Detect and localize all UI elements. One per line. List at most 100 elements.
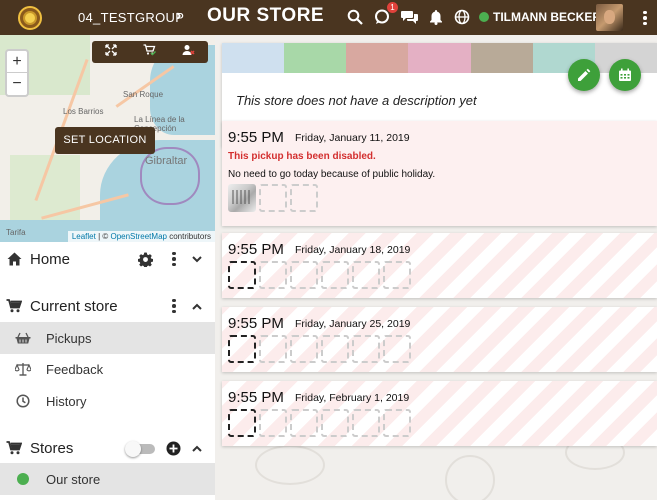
user-avatar[interactable] <box>596 4 623 31</box>
cart-icon <box>6 298 22 314</box>
pickups-label: Pickups <box>46 330 92 346</box>
empty-slot <box>383 261 411 289</box>
fit-bounds-icon[interactable] <box>105 43 117 61</box>
empty-slot <box>290 261 318 289</box>
more-vert-icon[interactable] <box>166 298 182 314</box>
banner-swatch <box>222 43 285 73</box>
sidebar-item-feedback[interactable]: Feedback <box>0 353 215 385</box>
feedback-label: Feedback <box>46 361 104 377</box>
more-vert-icon[interactable] <box>166 251 182 267</box>
home-icon <box>6 251 22 267</box>
sidebar-item-our-store[interactable]: Our store <box>0 463 215 495</box>
pickup-card[interactable]: 9:55 PM Friday, January 18, 2019 <box>222 233 657 298</box>
online-status-dot <box>479 12 489 22</box>
manage-pickups-button[interactable] <box>609 59 641 91</box>
chevron-up-icon[interactable] <box>189 440 205 456</box>
map[interactable]: San Roque Los Barrios La Línea de la Con… <box>0 35 215 242</box>
empty-slot <box>290 184 318 212</box>
stores-label: Stores <box>30 439 74 457</box>
map-label: Tarifa <box>6 228 26 237</box>
empty-slot <box>383 335 411 363</box>
empty-slot <box>352 261 380 289</box>
empty-slot <box>383 409 411 437</box>
map-label: Los Barrios <box>63 107 104 116</box>
page-title: OUR STORE <box>207 5 325 26</box>
store-description: This store does not have a description y… <box>236 93 477 108</box>
join-slot[interactable] <box>228 261 256 289</box>
pickup-time: 9:55 PM <box>228 129 284 146</box>
attribution-suffix: contributors <box>166 232 211 241</box>
edit-store-button[interactable] <box>568 59 600 91</box>
chevron-right-icon: › <box>176 7 182 24</box>
chevron-up-icon[interactable] <box>189 298 205 314</box>
empty-slot <box>259 335 287 363</box>
sidebar-item-pickups[interactable]: Pickups <box>0 322 215 354</box>
join-slot[interactable] <box>228 335 256 363</box>
conversations-icon[interactable] <box>401 8 419 26</box>
map-label: Gibraltar <box>145 155 188 167</box>
show-inactive-toggle[interactable] <box>125 441 157 457</box>
pickup-card[interactable]: 9:55 PM Friday, January 25, 2019 <box>222 307 657 372</box>
history-label: History <box>46 393 87 409</box>
sidebar-item-home[interactable]: Home <box>0 243 215 275</box>
join-slot[interactable] <box>228 409 256 437</box>
main-content: This store does not have a description y… <box>215 35 657 500</box>
sidebar-item-history[interactable]: History <box>0 385 215 417</box>
banner-swatch <box>284 43 347 73</box>
pencil-icon <box>578 68 591 81</box>
pickup-disabled-warning: This pickup has been disabled. <box>228 151 376 162</box>
store-label: Our store <box>46 471 101 487</box>
group-name[interactable]: 04_TESTGROUP <box>78 10 184 25</box>
sidebar: Home Current store Pickups Feedback Hist… <box>0 242 215 500</box>
pickup-slots <box>228 184 318 212</box>
gear-icon[interactable] <box>137 251 153 267</box>
leaflet-link[interactable]: Leaflet <box>72 232 96 241</box>
pickup-time: 9:55 PM <box>228 389 284 406</box>
pickup-slots <box>228 409 411 437</box>
empty-slot <box>321 409 349 437</box>
bell-icon[interactable] <box>427 8 445 26</box>
pickup-card[interactable]: 9:55 PM Friday, January 11, 2019 This pi… <box>222 121 657 226</box>
current-store-label: Current store <box>30 297 118 315</box>
zoom-out-button[interactable]: − <box>7 73 27 95</box>
map-toolbar <box>92 41 208 63</box>
pickup-time: 9:55 PM <box>228 241 284 258</box>
map-attribution: Leaflet | © OpenStreetMap contributors <box>67 231 215 242</box>
set-location-button[interactable]: SET LOCATION <box>55 127 155 154</box>
empty-slot <box>321 261 349 289</box>
home-label: Home <box>30 250 71 268</box>
empty-slot <box>290 335 318 363</box>
empty-slot <box>352 335 380 363</box>
pickup-date: Friday, January 11, 2019 <box>295 132 410 144</box>
pickup-note: No need to go today because of public ho… <box>228 169 436 180</box>
add-circle-icon[interactable] <box>165 440 181 456</box>
pickup-date: Friday, February 1, 2019 <box>295 392 410 404</box>
user-remove-icon[interactable] <box>182 43 195 61</box>
zoom-in-button[interactable]: + <box>7 51 27 73</box>
cart-check-icon[interactable] <box>143 43 157 61</box>
user-name[interactable]: TILMANN BECKER <box>493 10 601 24</box>
pickup-date: Friday, January 18, 2019 <box>295 244 411 256</box>
empty-slot <box>259 184 287 212</box>
collector-avatar[interactable] <box>228 184 256 212</box>
osm-link[interactable]: OpenStreetMap <box>110 232 166 241</box>
map-label: San Roque <box>123 90 164 99</box>
globe-icon[interactable] <box>453 8 471 26</box>
pickup-card[interactable]: 9:55 PM Friday, February 1, 2019 <box>222 381 657 446</box>
search-icon[interactable] <box>346 8 364 26</box>
chevron-down-icon[interactable] <box>189 251 205 267</box>
sidebar-item-stores[interactable]: Stores <box>0 432 215 464</box>
sidebar-item-current-store[interactable]: Current store <box>0 290 215 322</box>
attribution-separator: | © <box>95 232 111 241</box>
more-vert-icon[interactable] <box>636 9 654 27</box>
clock-icon <box>15 393 31 409</box>
pickup-slots <box>228 261 411 289</box>
karrot-logo-icon[interactable] <box>18 6 42 30</box>
banner-swatch <box>470 43 533 73</box>
empty-slot <box>321 335 349 363</box>
zoom-control: + − <box>5 49 29 97</box>
top-bar: 04_TESTGROUP › OUR STORE 1 TILMANN BECKE… <box>0 0 657 35</box>
notification-badge: 1 <box>387 2 398 13</box>
empty-slot <box>259 261 287 289</box>
empty-slot <box>259 409 287 437</box>
